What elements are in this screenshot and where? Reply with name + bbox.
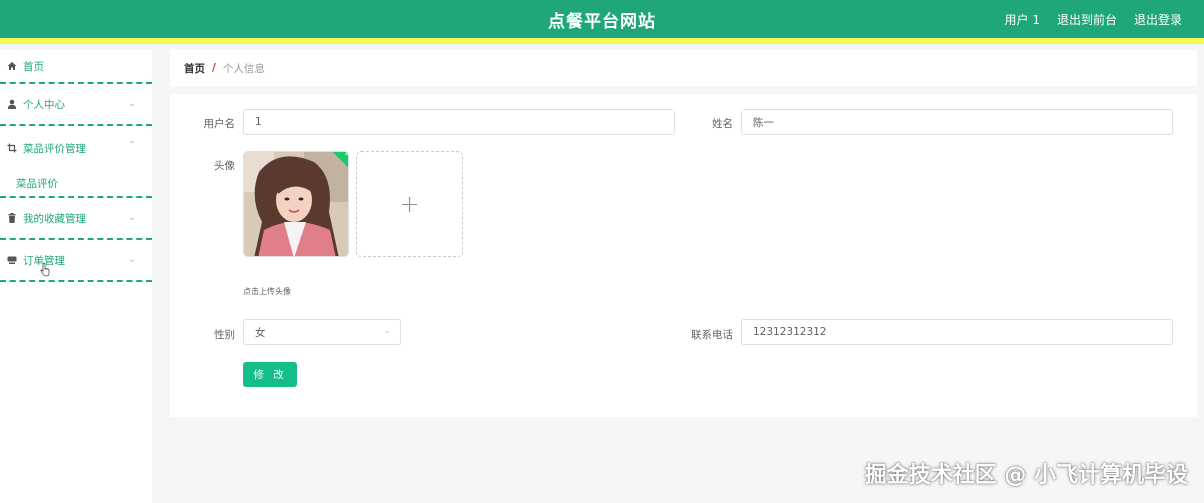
logout-link[interactable]: 退出登录: [1134, 11, 1182, 28]
watermark: 掘金技术社区 @ 小飞计算机毕设: [864, 463, 1188, 488]
user-icon: [6, 99, 17, 110]
gender-label: 性别: [214, 329, 235, 341]
sidebar-item-review-management[interactable]: 菜品评价管理 ⌃: [0, 126, 152, 170]
avatar-photo: [244, 152, 348, 256]
breadcrumb-current: 个人信息: [222, 62, 265, 75]
header-nav: 用户 1 退出到前台 退出登录: [1005, 11, 1182, 28]
sidebar-item-label: 首页: [23, 60, 44, 73]
chevron-up-icon: ⌃: [127, 140, 136, 151]
avatar-label: 头像: [214, 160, 235, 172]
sidebar-item-home[interactable]: 首页: [0, 50, 152, 84]
breadcrumb-separator: /: [212, 62, 216, 74]
main-content: 首页 / 个人信息 用户名 1 姓名 陈一 头像 ✓ + 点击上传头像 性别 女…: [170, 50, 1197, 417]
sidebar-item-orders[interactable]: 订单管理 ⌄: [0, 240, 152, 282]
sidebar-item-personal-center[interactable]: 个人中心 ⌄: [0, 84, 152, 126]
profile-form: 用户名 1 姓名 陈一 头像 ✓ + 点击上传头像 性别 女 ⌄ 联系电话 12…: [170, 94, 1197, 417]
name-label: 姓名: [712, 118, 733, 130]
sidebar-subitem-reviews[interactable]: 菜品评价: [0, 170, 152, 198]
home-icon: [6, 61, 17, 72]
chevron-down-icon: ⌄: [127, 254, 136, 265]
current-user-link[interactable]: 用户 1: [1005, 11, 1040, 28]
chevron-down-icon: ⌄: [127, 212, 136, 223]
username-label: 用户名: [203, 118, 236, 130]
chevron-down-icon: ⌄: [383, 326, 391, 336]
exit-to-frontend-link[interactable]: 退出到前台: [1057, 11, 1117, 28]
upload-hint: 点击上传头像: [243, 287, 291, 296]
crop-icon: [6, 143, 17, 154]
name-field[interactable]: 陈一: [741, 109, 1173, 135]
submit-button[interactable]: 修 改: [243, 362, 297, 387]
sidebar-item-label: 我的收藏管理: [23, 212, 86, 225]
sidebar-item-label: 菜品评价管理: [23, 142, 86, 155]
card-icon: [6, 255, 17, 266]
sidebar-item-favorites[interactable]: 我的收藏管理 ⌄: [0, 198, 152, 240]
breadcrumb-home[interactable]: 首页: [184, 61, 205, 76]
trash-icon: [6, 213, 17, 224]
top-header: 点餐平台网站 用户 1 退出到前台 退出登录: [0, 0, 1204, 44]
plus-icon: +: [399, 190, 420, 218]
chevron-down-icon: ⌄: [127, 98, 136, 109]
gender-select[interactable]: 女 ⌄: [243, 319, 401, 345]
check-icon: ✓: [344, 151, 349, 158]
username-field[interactable]: 1: [243, 109, 675, 135]
sidebar-item-label: 个人中心: [23, 98, 65, 111]
mouse-cursor-icon: [40, 263, 50, 277]
phone-field[interactable]: 12312312312: [741, 319, 1173, 345]
phone-label: 联系电话: [691, 329, 733, 341]
breadcrumb: 首页 / 个人信息: [170, 50, 1197, 86]
sidebar: 首页 个人中心 ⌄ 菜品评价管理 ⌃ 菜品评价 我的收藏管理 ⌄ 订单管理 ⌄: [0, 50, 152, 503]
avatar-image[interactable]: ✓: [243, 151, 349, 257]
gender-select-value: 女: [255, 326, 266, 339]
avatar-upload-button[interactable]: +: [356, 151, 463, 257]
